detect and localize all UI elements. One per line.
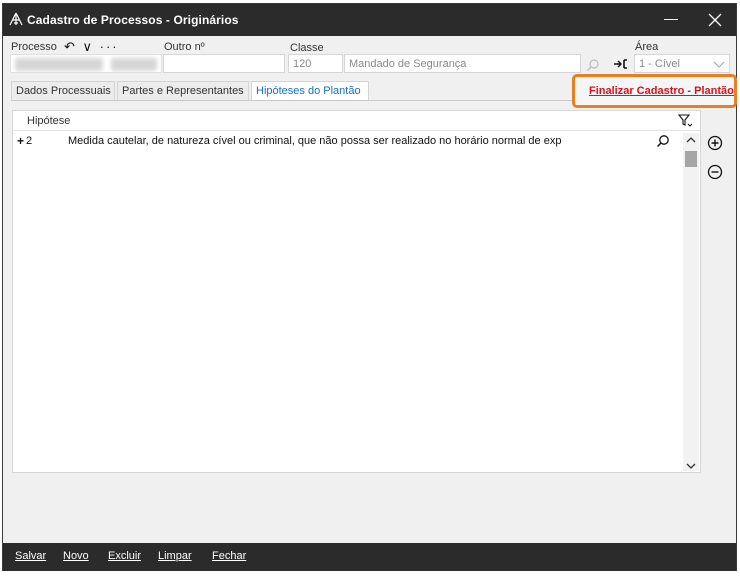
row-number: 2: [26, 135, 33, 147]
column-header-hipotese[interactable]: Hipótese: [27, 115, 70, 127]
scrollbar-thumb[interactable]: [685, 151, 697, 167]
chevron-down-icon: [713, 61, 725, 68]
finalizar-highlight: Finalizar Cadastro - Plantão: [572, 74, 737, 108]
classe-name-field[interactable]: Mandado de Segurança: [344, 54, 581, 73]
minimize-button[interactable]: —: [655, 8, 687, 32]
limpar-button[interactable]: Limpar: [158, 550, 192, 562]
close-icon[interactable]: [699, 8, 731, 32]
salvar-button[interactable]: Salvar: [15, 550, 46, 562]
processo-tools[interactable]: ↶ ∨ ···: [64, 39, 119, 55]
minus-circle-icon[interactable]: [707, 164, 723, 180]
tab-dados-processuais[interactable]: Dados Processuais: [11, 81, 115, 100]
area-value: 1 - Cível: [639, 58, 680, 70]
novo-button[interactable]: Novo: [63, 550, 89, 562]
fechar-button[interactable]: Fechar: [212, 550, 246, 562]
finalizar-cadastro-link[interactable]: Finalizar Cadastro - Plantão: [589, 85, 734, 97]
area-select[interactable]: 1 - Cível: [634, 54, 730, 73]
area-label: Área: [635, 41, 659, 53]
window-title: Cadastro de Processos - Originários: [27, 13, 239, 27]
title-bar: Cadastro de Processos - Originários —: [3, 4, 736, 36]
plus-circle-icon[interactable]: [707, 135, 723, 151]
outro-label: Outro nº: [164, 41, 205, 53]
classe-label: Classe: [290, 42, 324, 54]
processo-label: Processo: [11, 41, 57, 53]
search-icon[interactable]: [656, 134, 670, 148]
tab-hipoteses-plantao[interactable]: Hipóteses do Plantão: [251, 81, 369, 100]
scroll-up-icon[interactable]: [685, 135, 697, 145]
scroll-down-icon[interactable]: [685, 461, 697, 471]
filter-icon[interactable]: [677, 113, 693, 129]
processo-redacted: [15, 58, 103, 71]
tab-partes-representantes[interactable]: Partes e Representantes: [117, 81, 249, 100]
search-icon[interactable]: [586, 58, 600, 72]
app-logo-icon: [9, 12, 23, 26]
processo-redacted-2: [111, 58, 157, 71]
table-row[interactable]: + 2 Medida cautelar, de natureza cível o…: [13, 133, 681, 151]
outro-field[interactable]: [163, 54, 285, 73]
processo-field[interactable]: [10, 54, 162, 73]
tie-icon[interactable]: [613, 57, 629, 71]
classe-code-field[interactable]: 120: [288, 54, 343, 73]
footer-toolbar: Salvar Novo Excluir Limpar Fechar: [3, 543, 736, 571]
excluir-button[interactable]: Excluir: [108, 550, 141, 562]
cadastro-window: Cadastro de Processos - Originários — Pr…: [2, 3, 737, 571]
grid-header: Hipótese: [13, 111, 700, 131]
expand-toggle[interactable]: +: [17, 134, 24, 148]
vertical-scrollbar[interactable]: [683, 133, 699, 471]
hipoteses-grid: Hipótese + 2 Medida cautelar, de naturez…: [12, 110, 701, 473]
row-hipotese-text: Medida cautelar, de natureza cível ou cr…: [68, 135, 562, 147]
